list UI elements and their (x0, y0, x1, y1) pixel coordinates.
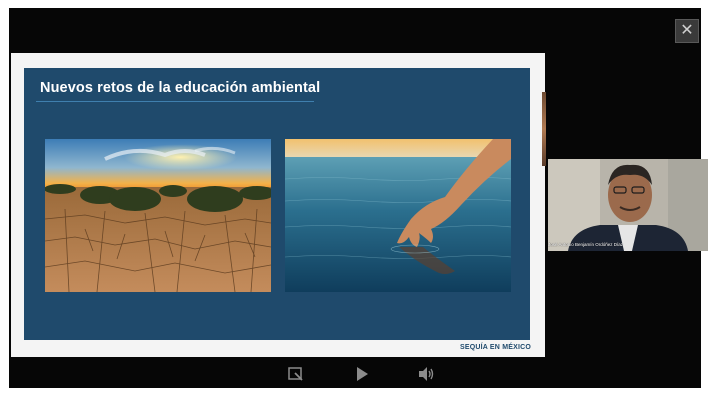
volume-button[interactable] (416, 364, 436, 384)
close-button[interactable]: ✕ (675, 19, 699, 43)
close-icon: ✕ (680, 22, 694, 39)
play-icon (357, 367, 368, 381)
brand-label: SEQUÍA EN MÉXICO (460, 344, 532, 351)
title-underline (36, 101, 314, 102)
drought-photo (45, 139, 271, 292)
water-photo (285, 139, 511, 292)
participant-name: José Antonio Benjamín Ordóñez Díaz (548, 242, 624, 247)
volume-icon (419, 367, 434, 381)
slide-title: Nuevos retos de la educación ambiental (40, 80, 321, 96)
play-button[interactable] (352, 364, 372, 384)
slide-edge-thumbnail (542, 92, 546, 166)
participant-video[interactable] (548, 159, 708, 251)
annotate-button[interactable] (286, 364, 306, 384)
annotate-icon (288, 367, 303, 381)
